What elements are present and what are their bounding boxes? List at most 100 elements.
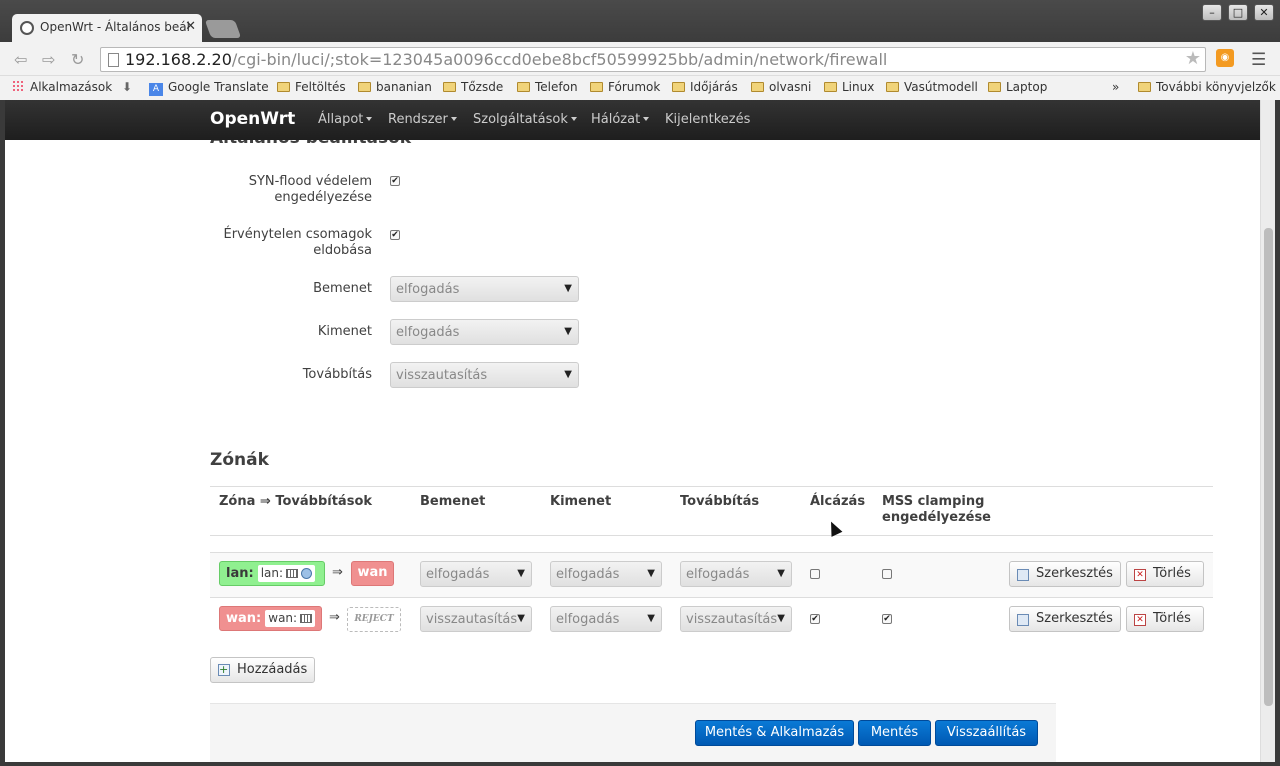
select-arrow-icon: ▼ xyxy=(777,613,785,624)
forward-policy-label: Továbbítás xyxy=(302,367,372,382)
reload-icon[interactable]: ↻ xyxy=(71,50,84,69)
edit-icon xyxy=(1017,614,1029,626)
folder-icon xyxy=(824,82,837,92)
bookmark-folder[interactable]: Telefon xyxy=(517,80,578,94)
more-bookmarks-chevron-icon[interactable]: » xyxy=(1112,80,1119,94)
nav-allapot[interactable]: Állapot xyxy=(318,112,373,127)
reset-button[interactable]: Visszaállítás xyxy=(935,720,1038,746)
caret-down-icon xyxy=(643,117,650,121)
caret-down-icon xyxy=(450,117,457,121)
nav-szolgaltatasok[interactable]: Szolgáltatások xyxy=(473,112,577,127)
invalid-packets-checkbox[interactable]: ✔ xyxy=(390,230,400,240)
masquerade-checkbox[interactable]: ✔ xyxy=(810,614,820,624)
add-icon: + xyxy=(218,663,230,676)
bookmark-folder[interactable]: Fórumok xyxy=(590,80,660,94)
edit-icon xyxy=(1017,569,1029,581)
zone-input-select[interactable]: visszautasítás ▼ xyxy=(420,606,532,632)
tab-close-icon[interactable]: ✕ xyxy=(185,19,196,34)
rss-icon[interactable]: ◉ xyxy=(1216,49,1234,67)
delete-zone-button[interactable]: ✕ Törlés xyxy=(1126,606,1204,632)
save-apply-button[interactable]: Mentés & Alkalmazás xyxy=(695,720,854,746)
address-bar[interactable]: 192.168.2.20/cgi-bin/luci/;stok=123045a0… xyxy=(100,47,1206,72)
bookmark-folder[interactable]: Vasútmodell xyxy=(886,80,978,94)
col-input: Bemenet xyxy=(420,494,486,509)
bookmark-folder[interactable]: bananian xyxy=(358,80,432,94)
openwrt-navbar: OpenWrt Állapot Rendszer Szolgáltatások … xyxy=(5,100,1260,140)
select-arrow-icon: ▼ xyxy=(517,568,525,579)
zone-badge-wan[interactable]: wan: wan: xyxy=(219,606,322,631)
browser-tab[interactable]: OpenWrt - Általános beál ✕ xyxy=(12,14,202,42)
mss-clamping-checkbox[interactable] xyxy=(882,569,892,579)
browser-toolbar: ⇦ ⇨ ↻ 192.168.2.20/cgi-bin/luci/;stok=12… xyxy=(0,42,1280,76)
forward-arrow-icon[interactable]: ⇨ xyxy=(42,50,55,69)
bookmark-folder[interactable]: Linux xyxy=(824,80,874,94)
minimize-window-icon[interactable]: – xyxy=(1202,4,1222,21)
delete-zone-button[interactable]: ✕ Törlés xyxy=(1126,561,1204,587)
bookmark-apps[interactable]: Alkalmazások xyxy=(12,80,112,94)
select-arrow-icon: ▼ xyxy=(564,369,572,380)
scrollbar-thumb[interactable] xyxy=(1264,228,1273,706)
bookmark-google-translate[interactable]: A Google Translate xyxy=(149,80,269,96)
select-arrow-icon: ▼ xyxy=(647,613,655,624)
col-masquerade: Álcázás xyxy=(810,494,866,509)
page-scrollbar[interactable] xyxy=(1260,100,1275,762)
translate-icon: A xyxy=(149,83,163,96)
zones-title: Zónák xyxy=(210,450,269,470)
folder-icon xyxy=(277,82,290,92)
bookmark-folder[interactable]: Feltöltés xyxy=(277,80,346,94)
nav-kijelentkezes[interactable]: Kijelentkezés xyxy=(665,112,750,127)
folder-icon xyxy=(443,82,456,92)
apps-grid-icon xyxy=(12,80,25,93)
delete-icon: ✕ xyxy=(1134,614,1146,626)
download-icon[interactable]: ⬇ xyxy=(122,80,132,94)
select-arrow-icon: ▼ xyxy=(777,568,785,579)
maximize-window-icon[interactable]: □ xyxy=(1228,4,1248,21)
other-bookmarks-folder[interactable]: További könyvjelzők xyxy=(1138,80,1276,94)
zone-input-select[interactable]: elfogadás ▼ xyxy=(420,561,532,587)
forward-policy-select[interactable]: visszautasítás ▼ xyxy=(390,362,579,388)
mss-clamping-checkbox[interactable]: ✔ xyxy=(882,614,892,624)
masquerade-checkbox[interactable] xyxy=(810,569,820,579)
tab-title: OpenWrt - Általános beál xyxy=(40,20,190,34)
bookmark-folder[interactable]: olvasni xyxy=(751,80,811,94)
col-output: Kimenet xyxy=(550,494,612,509)
output-policy-select[interactable]: elfogadás ▼ xyxy=(390,319,579,345)
zone-forward-select[interactable]: visszautasítás ▼ xyxy=(680,606,792,632)
bookmark-folder[interactable]: Tőzsde xyxy=(443,80,503,94)
page-viewport: OpenWrt Állapot Rendszer Szolgáltatások … xyxy=(5,100,1260,762)
page-icon xyxy=(108,53,119,67)
nav-rendszer[interactable]: Rendszer xyxy=(388,112,457,127)
save-button[interactable]: Mentés xyxy=(858,720,931,746)
bookmarks-bar: Alkalmazások ⬇ A Google Translate Feltölt… xyxy=(0,76,1280,100)
edit-zone-button[interactable]: Szerkesztés xyxy=(1009,606,1121,632)
folder-icon xyxy=(672,82,685,92)
edit-zone-button[interactable]: Szerkesztés xyxy=(1009,561,1121,587)
syn-flood-label: SYN-flood védelem engedélyezése xyxy=(248,174,372,205)
zone-output-select[interactable]: elfogadás ▼ xyxy=(550,561,662,587)
url-host: 192.168.2.20 xyxy=(125,50,232,69)
select-arrow-icon: ▼ xyxy=(647,568,655,579)
table-divider xyxy=(210,535,1213,536)
add-zone-button[interactable]: + Hozzáadás xyxy=(210,657,315,683)
bookmark-folder[interactable]: Laptop xyxy=(988,80,1047,94)
bookmark-folder[interactable]: Időjárás xyxy=(672,80,738,94)
caret-down-icon xyxy=(570,117,577,121)
bookmark-star-icon[interactable]: ★ xyxy=(1185,48,1201,69)
syn-flood-checkbox[interactable]: ✔ xyxy=(390,176,400,186)
back-arrow-icon[interactable]: ⇦ xyxy=(14,50,27,69)
forward-arrow: ⇒ xyxy=(329,610,340,625)
input-policy-label: Bemenet xyxy=(313,281,372,296)
folder-icon xyxy=(1138,82,1151,92)
nav-halozat[interactable]: Hálózat xyxy=(591,112,650,127)
delete-icon: ✕ xyxy=(1134,569,1146,581)
zone-output-select[interactable]: elfogadás ▼ xyxy=(550,606,662,632)
brand-logo[interactable]: OpenWrt xyxy=(210,109,295,129)
input-policy-select[interactable]: elfogadás ▼ xyxy=(390,276,579,302)
zone-badge-lan[interactable]: lan: lan: xyxy=(219,561,325,586)
browser-titlebar: OpenWrt - Általános beál ✕ – □ ✕ xyxy=(0,0,1280,42)
close-window-icon[interactable]: ✕ xyxy=(1254,4,1274,21)
select-arrow-icon: ▼ xyxy=(564,326,572,337)
browser-menu-icon[interactable]: ☰ xyxy=(1251,50,1266,70)
new-tab-button[interactable] xyxy=(204,20,242,38)
zone-forward-select[interactable]: elfogadás ▼ xyxy=(680,561,792,587)
